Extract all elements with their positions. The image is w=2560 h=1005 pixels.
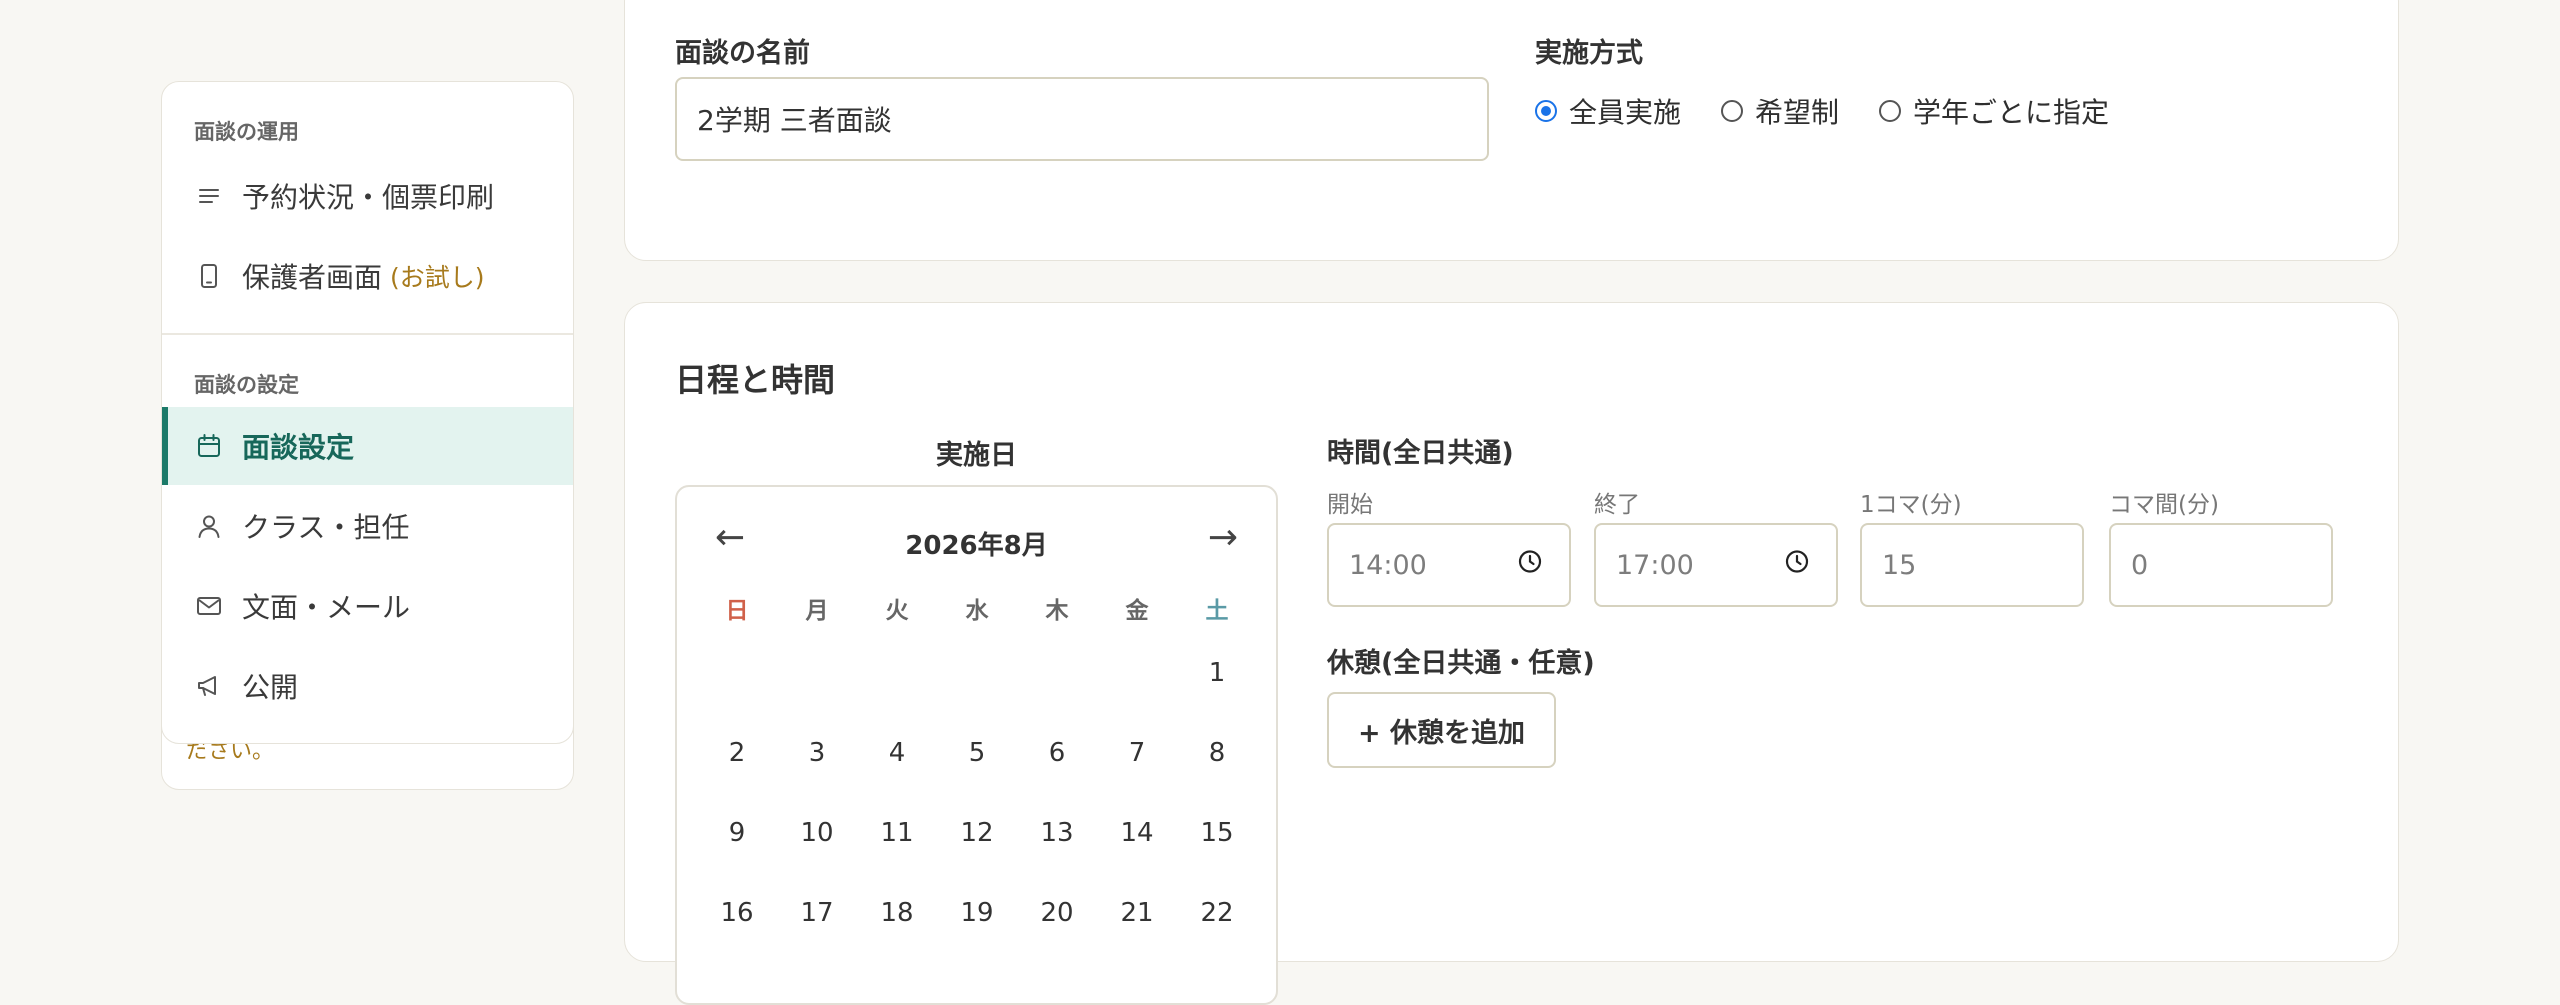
basic-settings-card: 面談の名前 2学期 三者面談 実施方式 全員実施 希望制 学年ごとに指定: [624, 0, 2399, 261]
radio-unselected-icon: [1721, 100, 1744, 122]
trial-badge: (お試し): [390, 263, 485, 292]
calendar-day[interactable]: 12: [937, 818, 1017, 848]
calendar-week-row: 9 10 11 12 13 14 15: [697, 793, 1257, 873]
schedule-title: 日程と時間: [675, 361, 836, 399]
sidebar-item-label: 公開: [242, 671, 299, 704]
sidebar-item-label: 面談設定: [242, 431, 355, 464]
weekday-fri: 金: [1125, 598, 1149, 624]
end-time-input[interactable]: 17:00: [1594, 523, 1838, 607]
calendar-day[interactable]: 11: [857, 818, 937, 848]
weekday-wed: 水: [965, 598, 989, 624]
start-time-value: 14:00: [1349, 549, 1427, 581]
radio-label: 希望制: [1755, 96, 1840, 129]
slot-label: 1コマ(分): [1860, 492, 1962, 518]
radio-unselected-icon: [1879, 100, 1902, 122]
slot-minutes-input[interactable]: 15: [1860, 523, 2084, 607]
calendar-day[interactable]: 2: [697, 738, 777, 768]
date-label: 実施日: [936, 440, 1017, 471]
end-time-value: 17:00: [1616, 549, 1694, 581]
calendar-day[interactable]: 7: [1097, 738, 1177, 768]
gap-label: コマ間(分): [2109, 492, 2219, 518]
calendar-day[interactable]: 16: [697, 898, 777, 928]
calendar-icon: [194, 431, 224, 461]
sidebar-item-label: 文面・メール: [242, 591, 411, 624]
weekday-thu: 木: [1045, 598, 1069, 624]
name-label: 面談の名前: [675, 38, 810, 69]
calendar-day[interactable]: 9: [697, 818, 777, 848]
weekday-header: 日 月 火 水 木 金 土: [697, 583, 1257, 633]
clock-icon: [1517, 549, 1543, 582]
gap-minutes-value: 0: [2131, 549, 2149, 581]
calendar-day[interactable]: 10: [777, 818, 857, 848]
radio-selected-icon: [1535, 100, 1557, 122]
sidebar-item-classes[interactable]: クラス・担任: [162, 487, 573, 565]
calendar-month: 2026年8月: [905, 531, 1048, 561]
section-title-operation: 面談の運用: [194, 120, 299, 144]
calendar-week-row: 1: [697, 633, 1257, 713]
add-break-button[interactable]: + 休憩を追加: [1327, 692, 1556, 768]
calendar-day[interactable]: 6: [1017, 738, 1097, 768]
method-radio-group: 全員実施 希望制 学年ごとに指定: [1535, 91, 2149, 131]
calendar-day[interactable]: 3: [777, 738, 857, 768]
calendar-day[interactable]: 5: [937, 738, 1017, 768]
weekday-sat: 土: [1205, 598, 1229, 624]
section-title-settings: 面談の設定: [194, 373, 299, 397]
calendar-week-row: 16 17 18 19 20 21 22: [697, 873, 1257, 953]
radio-request[interactable]: 希望制: [1721, 91, 1839, 131]
mail-icon: [194, 591, 224, 621]
method-label: 実施方式: [1535, 38, 1643, 69]
radio-label: 学年ごとに指定: [1913, 96, 2110, 129]
user-icon: [194, 511, 224, 541]
break-label: 休憩(全日共通・任意): [1327, 648, 1595, 679]
calendar-day[interactable]: 13: [1017, 818, 1097, 848]
sidebar-item-label: 予約状況・個票印刷: [242, 181, 495, 214]
phone-icon: [194, 261, 224, 291]
interview-name-input[interactable]: 2学期 三者面談: [675, 77, 1489, 161]
calendar-day[interactable]: 19: [937, 898, 1017, 928]
calendar-day[interactable]: 8: [1177, 738, 1257, 768]
calendar-day[interactable]: 4: [857, 738, 937, 768]
weekday-mon: 月: [805, 598, 829, 624]
calendar-week-row: 2345678: [697, 713, 1257, 793]
sidebar-item-interview-settings[interactable]: 面談設定: [162, 407, 573, 485]
list-icon: [194, 181, 224, 211]
calendar-day[interactable]: 1: [1177, 658, 1257, 688]
interview-name-value: 2学期 三者面談: [697, 104, 892, 137]
sidebar-item-messages[interactable]: 文面・メール: [162, 567, 573, 645]
sidebar-item-publish[interactable]: 公開: [162, 647, 573, 725]
date-calendar: ← 2026年8月 → 日 月 火 水 木 金 土 1 2 3 4 5 6 7 8 9 10 11 1…: [675, 485, 1278, 1005]
start-label: 開始: [1327, 492, 1373, 518]
clock-icon: [1784, 549, 1810, 582]
calendar-day[interactable]: 21: [1097, 898, 1177, 928]
time-label: 時間(全日共通): [1327, 438, 1514, 469]
sidebar-item-reservations[interactable]: 予約状況・個票印刷: [162, 157, 573, 235]
calendar-day[interactable]: 15: [1177, 818, 1257, 848]
calendar-weeks: 1 2 3 4 5 6 7 8 9 10 11 12 13 14 15 16 17 18 19 20 21 22: [697, 633, 1257, 953]
calendar-grid: 日 月 火 水 木 金 土 1 2 3 4 5 6 7 8 9 10 11 12 13 14 15 16 17 1…: [697, 583, 1257, 953]
next-month-button[interactable]: →: [1208, 517, 1238, 558]
schedule-card: 日程と時間 実施日 ← 2026年8月 → 日 月 火 水 木 金 土 1234…: [624, 302, 2399, 1005]
sidebar: 面談の運用 予約状況・個票印刷 保護者画面 (お試し) 面談の設定 面談設定 ク…: [161, 81, 574, 744]
radio-label: 全員実施: [1569, 96, 1682, 129]
sidebar-item-label: 保護者画面: [242, 261, 383, 294]
sidebar-item-label: クラス・担任: [242, 511, 410, 544]
weekday-tue: 火: [885, 598, 909, 624]
radio-by-grade[interactable]: 学年ごとに指定: [1879, 91, 2109, 131]
sidebar-divider: [162, 333, 573, 335]
calendar-day[interactable]: 22: [1177, 898, 1257, 928]
radio-all[interactable]: 全員実施: [1535, 91, 1681, 131]
gap-minutes-input[interactable]: 0: [2109, 523, 2333, 607]
end-label: 終了: [1594, 492, 1640, 518]
megaphone-icon: [194, 671, 224, 701]
calendar-day[interactable]: 17: [777, 898, 857, 928]
sidebar-item-parent-view[interactable]: 保護者画面 (お試し): [162, 237, 573, 315]
calendar-day[interactable]: 14: [1097, 818, 1177, 848]
calendar-day[interactable]: 18: [857, 898, 937, 928]
start-time-input[interactable]: 14:00: [1327, 523, 1571, 607]
weekday-sun: 日: [725, 598, 749, 624]
slot-minutes-value: 15: [1882, 549, 1917, 581]
calendar-day[interactable]: 20: [1017, 898, 1097, 928]
